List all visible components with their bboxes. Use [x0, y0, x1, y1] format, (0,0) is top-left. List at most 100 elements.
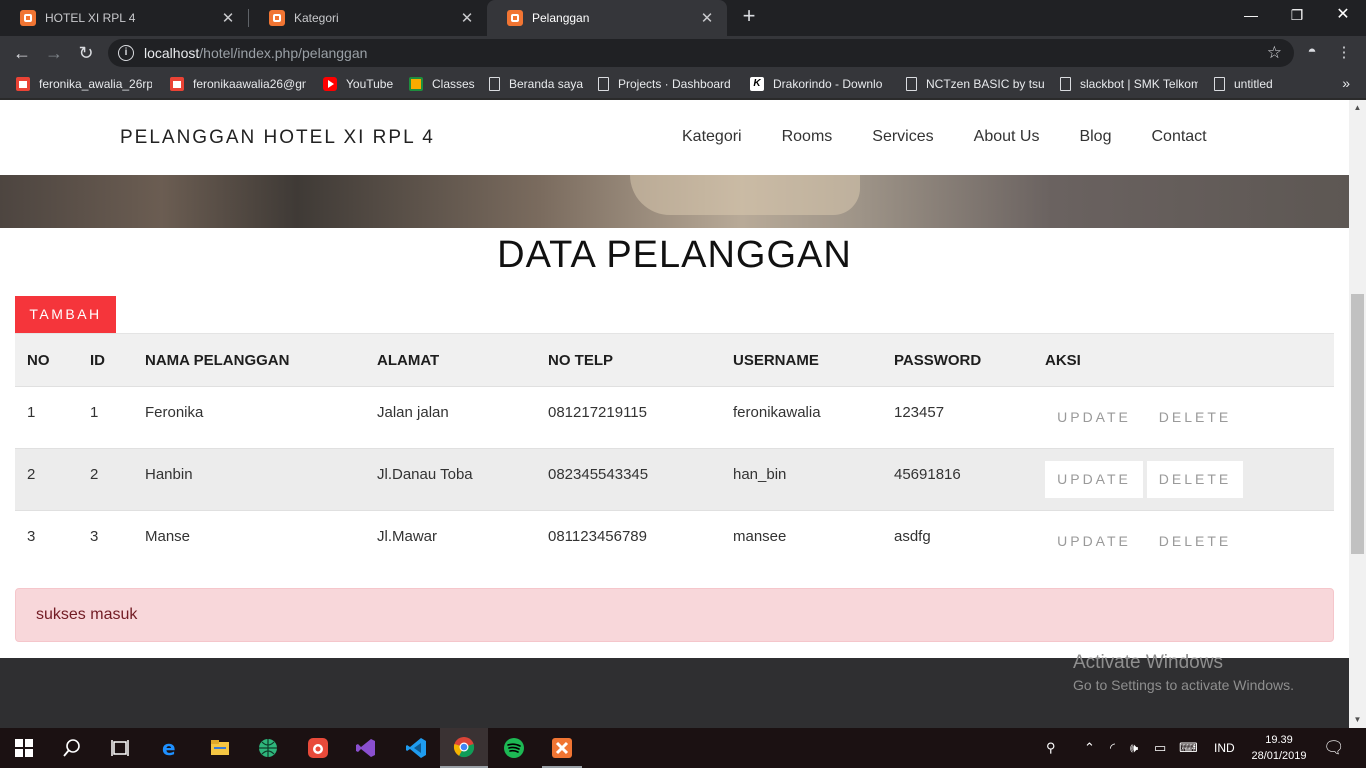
close-window-button[interactable]: ✕: [1320, 0, 1366, 30]
taskbar-app-visual-studio[interactable]: [342, 728, 390, 768]
add-customer-button[interactable]: TAMBAH: [15, 296, 116, 333]
close-icon[interactable]: ✕: [459, 9, 475, 27]
delete-button[interactable]: DELETE: [1147, 399, 1243, 436]
bookmark-label: Drakorindo - Downlo: [773, 77, 883, 91]
new-tab-button[interactable]: +: [738, 5, 760, 29]
folder-icon: [211, 740, 229, 755]
back-button[interactable]: ←: [10, 41, 34, 65]
menu-icon[interactable]: ⋮: [1334, 43, 1354, 61]
column-header: USERNAME: [733, 352, 819, 369]
forward-button[interactable]: →: [42, 41, 66, 65]
info-icon[interactable]: i: [118, 45, 134, 61]
nav-link-services[interactable]: Services: [872, 128, 933, 146]
cell-phone: 081217219115: [548, 404, 647, 421]
scrollbar-thumb[interactable]: [1351, 294, 1364, 554]
delete-button[interactable]: DELETE: [1147, 523, 1243, 560]
taskbar-app-xampp[interactable]: [538, 728, 586, 768]
cell-username: mansee: [733, 528, 787, 545]
browser-tab[interactable]: HOTEL XI RPL 4 ✕: [0, 0, 248, 36]
chevron-right-icon[interactable]: »: [1342, 75, 1350, 91]
close-icon[interactable]: ✕: [220, 9, 236, 27]
bookmark-label: untitled: [1234, 77, 1273, 91]
update-button[interactable]: UPDATE: [1045, 399, 1143, 436]
bookmark-item[interactable]: NCTzen BASIC by tsu: [906, 76, 1044, 92]
reload-button[interactable]: ↻: [74, 41, 98, 65]
bookmark-item[interactable]: untitled: [1214, 76, 1314, 92]
incognito-icon[interactable]: ◓: [1302, 43, 1322, 60]
taskbar-app-recorder[interactable]: [294, 728, 342, 768]
svg-text:e: e: [162, 737, 176, 759]
bookmark-item[interactable]: Beranda saya: [489, 76, 587, 92]
nav-link-about[interactable]: About Us: [974, 128, 1040, 146]
browser-tab-active[interactable]: Pelanggan ✕: [487, 0, 727, 36]
battery-icon[interactable]: ▭: [1154, 728, 1166, 768]
tab-title: Pelanggan: [532, 11, 590, 25]
cell-username: feronikawalia: [733, 404, 821, 421]
scroll-up-icon[interactable]: ▲: [1349, 100, 1366, 116]
column-header: PASSWORD: [894, 352, 982, 369]
recorder-icon: [308, 738, 328, 758]
address-bar[interactable]: i localhost/hotel/index.php/pelanggan ☆: [108, 39, 1294, 67]
table-row: 1 1 Feronika Jalan jalan 081217219115 fe…: [15, 387, 1334, 449]
cell-id: 3: [90, 528, 99, 545]
table-header: NO ID NAMA PELANGGAN ALAMAT NO TELP USER…: [15, 333, 1334, 387]
update-button[interactable]: UPDATE: [1045, 523, 1143, 560]
nav-link-contact[interactable]: Contact: [1151, 128, 1206, 146]
nav-link-rooms[interactable]: Rooms: [782, 128, 833, 146]
nav-link-blog[interactable]: Blog: [1079, 128, 1111, 146]
wifi-icon[interactable]: ◜: [1110, 728, 1115, 768]
bookmark-item[interactable]: Projects · Dashboard: [598, 76, 734, 92]
restore-button[interactable]: ❐: [1274, 0, 1320, 30]
xampp-icon: [507, 10, 523, 26]
classroom-icon: [409, 77, 423, 91]
browser-tab[interactable]: Kategori ✕: [249, 0, 487, 36]
bookmark-item[interactable]: feronika_awalia_26rpl: [16, 76, 152, 92]
people-icon[interactable]: ⚲: [1046, 728, 1056, 768]
cell-address: Jalan jalan: [377, 404, 449, 421]
chevron-up-icon[interactable]: ⌃: [1084, 728, 1095, 768]
bookmark-label: Projects · Dashboard: [618, 77, 731, 91]
search-button[interactable]: [48, 728, 96, 768]
notification-icon[interactable]: 🗨: [1323, 728, 1345, 768]
system-clock[interactable]: 19.39 28/01/2019: [1244, 732, 1314, 764]
site-brand[interactable]: PELANGGAN HOTEL XI RPL 4: [120, 127, 435, 149]
globe-icon: [259, 739, 277, 757]
close-icon[interactable]: ✕: [699, 9, 715, 27]
update-button[interactable]: UPDATE: [1045, 461, 1143, 498]
bookmark-item[interactable]: Classes: [409, 76, 479, 92]
table-row: 2 2 Hanbin Jl.Danau Toba 082345543345 ha…: [15, 449, 1334, 511]
bookmark-label: Classes: [432, 77, 475, 91]
bookmark-item[interactable]: feronikaawalia26@gm: [170, 76, 306, 92]
start-button[interactable]: [0, 728, 48, 768]
cell-name: Feronika: [145, 404, 204, 421]
bookmark-item[interactable]: YouTube: [323, 76, 403, 92]
xampp-icon: [552, 738, 572, 758]
cell-name: Manse: [145, 528, 191, 545]
nav-link-kategori[interactable]: Kategori: [682, 128, 742, 146]
keyboard-icon[interactable]: ⌨: [1179, 728, 1198, 768]
input-language[interactable]: IND: [1214, 728, 1235, 768]
bookmark-item[interactable]: K Drakorindo - Downlo: [750, 76, 888, 92]
scroll-down-icon[interactable]: ▼: [1349, 712, 1366, 728]
cell-phone: 082345543345: [548, 466, 649, 483]
taskbar-app-globe[interactable]: [244, 728, 292, 768]
taskbar-app-spotify[interactable]: [490, 728, 538, 768]
cell-name: Hanbin: [145, 466, 193, 483]
taskbar-app-chrome[interactable]: [440, 728, 488, 768]
task-view-button[interactable]: [96, 728, 144, 768]
tab-title: Kategori: [294, 11, 339, 25]
windows-taskbar: e ⚲ ⌃ ◜ 🕪 ▭ ⌨ IND 19.39 28/01/2019 🗨: [0, 728, 1366, 768]
volume-icon[interactable]: 🕪: [1130, 728, 1138, 768]
column-header: AKSI: [1045, 352, 1081, 369]
bookmark-label: YouTube: [346, 77, 394, 91]
minimize-button[interactable]: —: [1228, 0, 1274, 30]
bookmark-star-icon[interactable]: ☆: [1267, 43, 1282, 63]
page-scrollbar[interactable]: ▲ ▼: [1349, 100, 1366, 728]
bookmark-item[interactable]: slackbot | SMK Telkom: [1060, 76, 1198, 92]
xampp-icon: [269, 10, 285, 26]
taskbar-app-vscode[interactable]: [392, 728, 440, 768]
bookmark-label: feronikaawalia26@gm: [193, 77, 306, 91]
delete-button[interactable]: DELETE: [1147, 461, 1243, 498]
taskbar-app-edge[interactable]: e: [146, 728, 194, 768]
taskbar-app-explorer[interactable]: [196, 728, 244, 768]
